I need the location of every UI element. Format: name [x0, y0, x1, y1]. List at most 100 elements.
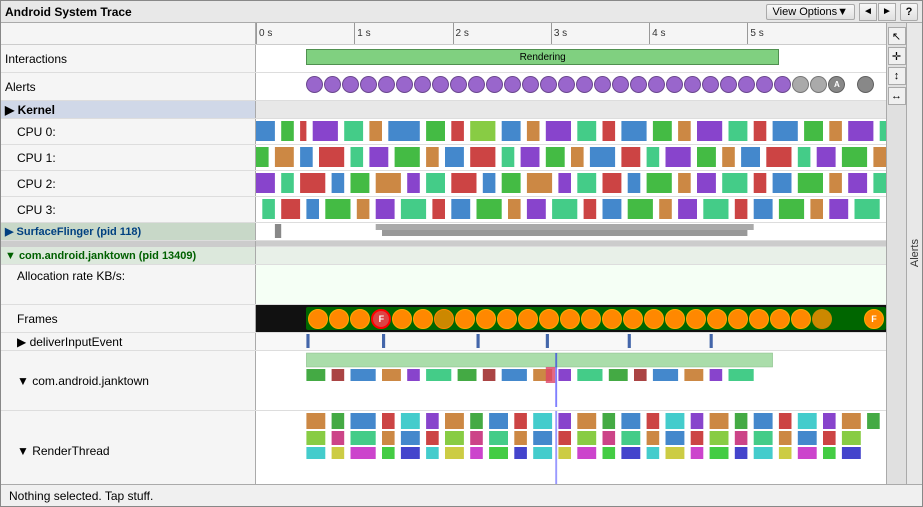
separator-right [256, 241, 886, 246]
kernel-label[interactable]: ▶ Kernel [1, 101, 256, 118]
frame-circle[interactable] [749, 309, 769, 329]
frame-circle[interactable] [602, 309, 622, 329]
surfaceflinger-label[interactable]: ▶ SurfaceFlinger (pid 118) [1, 223, 256, 240]
frame-circle[interactable] [308, 309, 328, 329]
frame-circle[interactable] [497, 309, 517, 329]
alert-circle[interactable] [450, 76, 467, 93]
tick-2s: 2 s [453, 23, 469, 44]
frame-circle[interactable] [350, 309, 370, 329]
frame-circle-f2[interactable]: F [864, 309, 884, 329]
zoom-in-button[interactable]: ↕ [888, 67, 906, 85]
android-label[interactable]: ▼ com.android.janktown [1, 351, 256, 410]
janktown-content[interactable] [256, 247, 886, 264]
alert-circle[interactable] [666, 76, 683, 93]
alert-circle[interactable] [504, 76, 521, 93]
select-tool-button[interactable]: ↖ [888, 27, 906, 45]
cpu0-track [256, 119, 886, 144]
frame-circle[interactable] [392, 309, 412, 329]
alert-circle[interactable] [360, 76, 377, 93]
title-bar: Android System Trace View Options▼ ◄ ► ? [1, 1, 922, 23]
frame-circle[interactable] [791, 309, 811, 329]
frame-circle-f[interactable]: F [371, 309, 391, 329]
view-options-button[interactable]: View Options▼ [766, 4, 856, 20]
surfaceflinger-content[interactable] [256, 223, 886, 240]
frame-circle[interactable] [812, 309, 832, 329]
nav-right-button[interactable]: ► [878, 3, 896, 21]
allocation-row: Allocation rate KB/s: [1, 265, 886, 305]
frame-circle[interactable] [707, 309, 727, 329]
frame-circle[interactable] [560, 309, 580, 329]
move-tool-button[interactable]: ✛ [888, 47, 906, 65]
alert-circle[interactable] [738, 76, 755, 93]
alert-circle[interactable] [414, 76, 431, 93]
alert-circle[interactable] [612, 76, 629, 93]
surfaceflinger-track [256, 223, 886, 240]
alert-circle[interactable] [432, 76, 449, 93]
deliver-label[interactable]: ▶ deliverInputEvent [1, 333, 256, 350]
janktown-label[interactable]: ▼ com.android.janktown (pid 13409) [1, 247, 256, 264]
alert-circle[interactable] [792, 76, 809, 93]
trace-rows[interactable]: Interactions Rendering Alerts [1, 45, 886, 484]
frame-circle[interactable] [770, 309, 790, 329]
alert-circle[interactable] [342, 76, 359, 93]
nav-buttons: ◄ ► [859, 3, 896, 21]
frame-circle[interactable] [539, 309, 559, 329]
alert-circle[interactable] [684, 76, 701, 93]
frames-content[interactable]: F [256, 305, 886, 332]
alert-circle[interactable] [630, 76, 647, 93]
alert-circle-a[interactable]: A [828, 76, 845, 93]
ruler-row: 0 s 1 s 2 s 3 s 4 s 5 s [1, 23, 886, 45]
cpu2-content[interactable] [256, 171, 886, 196]
cpu0-content[interactable] [256, 119, 886, 144]
frame-circle[interactable] [329, 309, 349, 329]
frame-circle[interactable] [728, 309, 748, 329]
renderthread-content[interactable] [256, 411, 886, 484]
allocation-label: Allocation rate KB/s: [1, 265, 256, 304]
frame-circle[interactable] [413, 309, 433, 329]
deliver-content[interactable] [256, 333, 886, 350]
frame-circle[interactable] [518, 309, 538, 329]
help-button[interactable]: ? [900, 3, 918, 21]
zoom-out-button[interactable]: ↔ [888, 87, 906, 105]
alert-circle[interactable] [468, 76, 485, 93]
alert-circle[interactable] [396, 76, 413, 93]
alert-circle[interactable] [522, 76, 539, 93]
alert-circle[interactable] [540, 76, 557, 93]
alert-circle[interactable] [720, 76, 737, 93]
cpu3-content[interactable] [256, 197, 886, 222]
alert-circle[interactable] [648, 76, 665, 93]
alert-circle[interactable] [306, 76, 323, 93]
alert-circle[interactable] [810, 76, 827, 93]
alert-circle[interactable] [756, 76, 773, 93]
alert-circle[interactable] [324, 76, 341, 93]
alert-circle-dark[interactable] [857, 76, 874, 93]
alert-circle[interactable] [576, 76, 593, 93]
frame-circle[interactable] [581, 309, 601, 329]
alerts-content[interactable]: A [256, 73, 886, 100]
cpu1-content[interactable] [256, 145, 886, 170]
rendering-track[interactable]: Rendering [306, 49, 779, 65]
interactions-content[interactable]: Rendering [256, 45, 886, 72]
nav-left-button[interactable]: ◄ [859, 3, 877, 21]
alert-circle[interactable] [774, 76, 791, 93]
frame-circle[interactable] [455, 309, 475, 329]
tick-3s: 3 s [551, 23, 567, 44]
alert-circle[interactable] [702, 76, 719, 93]
renderthread-label[interactable]: ▼ RenderThread [1, 411, 256, 484]
frame-circle[interactable] [686, 309, 706, 329]
alerts-sidebar-label: Alerts [909, 239, 921, 267]
alert-circle[interactable] [558, 76, 575, 93]
alert-circle[interactable] [594, 76, 611, 93]
outer-wrapper: 0 s 1 s 2 s 3 s 4 s 5 s Interactions [1, 23, 922, 484]
alert-circle[interactable] [378, 76, 395, 93]
frame-circle[interactable] [623, 309, 643, 329]
kernel-content[interactable] [256, 101, 886, 118]
allocation-content[interactable] [256, 265, 886, 304]
frame-circle[interactable] [434, 309, 454, 329]
alert-circle[interactable] [486, 76, 503, 93]
android-content[interactable] [256, 351, 886, 410]
frame-circle[interactable] [665, 309, 685, 329]
frame-circle[interactable] [476, 309, 496, 329]
interactions-label: Interactions [1, 45, 256, 72]
frame-circle[interactable] [644, 309, 664, 329]
